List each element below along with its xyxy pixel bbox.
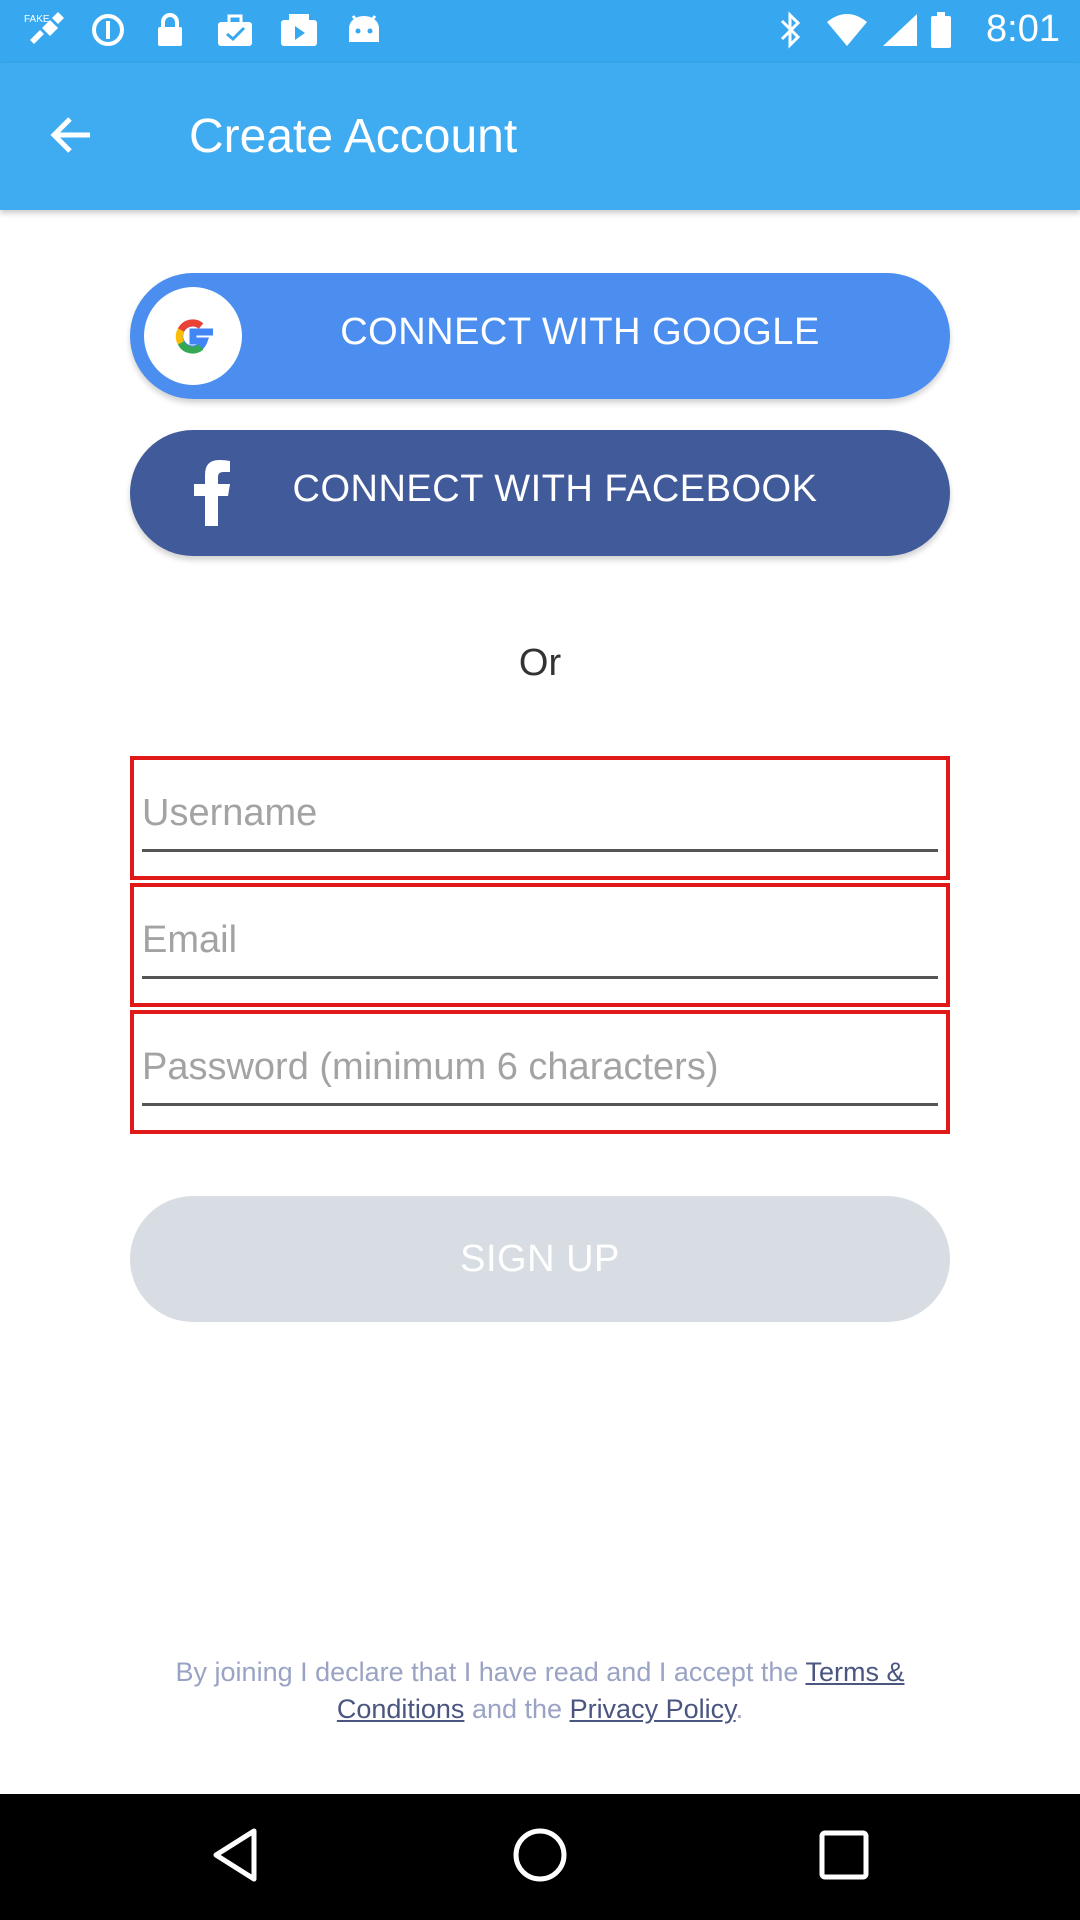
terms-notice: By joining I declare that I have read an… <box>120 1654 960 1728</box>
battery-icon <box>928 10 954 50</box>
page-title: Create Account <box>189 110 518 163</box>
or-separator: Or <box>518 642 562 684</box>
terms-middle: and the <box>471 1694 563 1724</box>
connect-facebook-label: CONNECT WITH FACEBOOK <box>292 468 818 510</box>
privacy-policy-link[interactable]: Privacy Policy <box>570 1694 736 1724</box>
system-nav-bar <box>0 1794 1080 1920</box>
app-bar: Create Account <box>0 63 1080 210</box>
signal-icon <box>880 10 920 50</box>
connect-google-label: CONNECT WITH GOOGLE <box>340 311 820 353</box>
data-saver-icon <box>88 10 128 50</box>
back-triangle-icon <box>210 1827 260 1888</box>
back-button[interactable] <box>38 103 106 171</box>
email-input[interactable] <box>142 909 938 979</box>
bluetooth-icon <box>776 10 806 50</box>
sign-up-label: SIGN UP <box>460 1237 620 1280</box>
status-bar: FAKE 8:01 <box>0 0 1080 63</box>
terms-prefix: By joining I declare that I have read an… <box>175 1657 799 1687</box>
username-input[interactable] <box>142 782 938 852</box>
terms-suffix: . <box>735 1694 744 1724</box>
youtube-icon <box>278 10 320 50</box>
lock-icon <box>152 10 188 50</box>
nav-back-button[interactable] <box>200 1822 270 1892</box>
screen: FAKE 8:01 Create Account CONNECT WITH GO… <box>0 0 1080 1920</box>
android-icon <box>344 10 384 50</box>
connect-facebook-button[interactable]: CONNECT WITH FACEBOOK <box>130 430 950 556</box>
email-field-wrapper <box>130 883 950 1007</box>
wifi-icon <box>824 10 870 50</box>
connect-google-button[interactable]: CONNECT WITH GOOGLE <box>130 273 950 399</box>
home-circle-icon <box>512 1827 568 1888</box>
recents-square-icon <box>818 1829 870 1886</box>
sign-up-button[interactable]: SIGN UP <box>130 1196 950 1322</box>
status-time: 8:01 <box>986 8 1060 50</box>
svg-text:FAKE: FAKE <box>24 14 50 25</box>
password-input[interactable] <box>142 1036 938 1106</box>
nav-home-button[interactable] <box>505 1822 575 1892</box>
briefcase-check-icon <box>214 10 256 50</box>
username-field-wrapper <box>130 756 950 880</box>
password-field-wrapper <box>130 1010 950 1134</box>
nav-recents-button[interactable] <box>809 1822 879 1892</box>
arrow-back-icon <box>50 115 94 160</box>
fake-gps-icon: FAKE <box>24 10 68 50</box>
